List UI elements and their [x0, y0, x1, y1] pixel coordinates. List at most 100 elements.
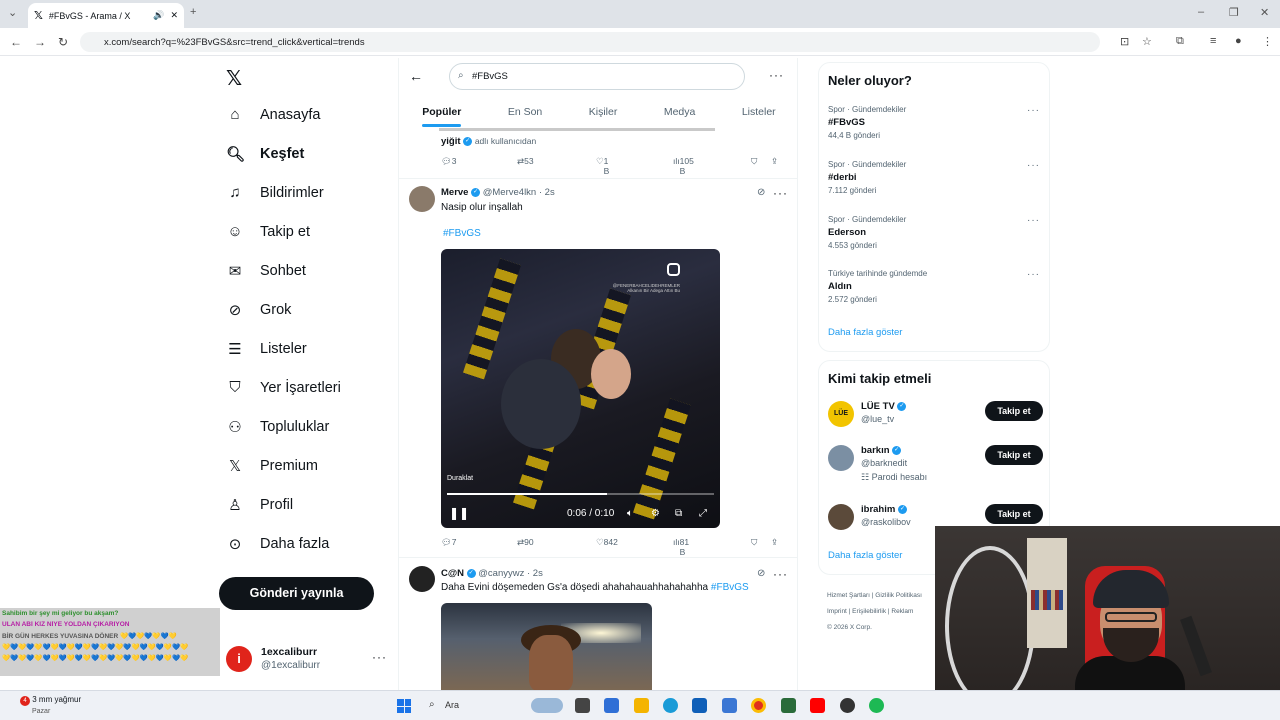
nav-item-profile[interactable]: ♙ Profil [226, 496, 293, 514]
share-icon[interactable]: ⇪ [771, 537, 778, 548]
volume-icon[interactable]: 🔈︎ [627, 508, 633, 519]
footer-line[interactable]: Imprint | Erişilebilirlik | Reklam [827, 604, 922, 620]
settings-gear-icon[interactable]: ⚙ [651, 508, 660, 519]
search-settings-more-icon[interactable]: ··· [769, 68, 784, 82]
windows-start-icon[interactable] [397, 699, 411, 713]
minimize-icon[interactable]: – [1198, 6, 1204, 18]
share-icon[interactable]: ⇪ [771, 156, 778, 167]
url-field[interactable]: x.com/search?q=%23FBvGS&src=trend_click&… [80, 32, 1100, 52]
widgets-icon[interactable] [604, 698, 619, 713]
edge-browser-icon[interactable] [663, 698, 678, 713]
tweet-author-handle[interactable]: @Merve4lkn · 2s [483, 187, 555, 198]
tab-popular[interactable]: Popüler [422, 96, 462, 128]
browser-menu-icon[interactable]: ⋮ [1262, 35, 1273, 48]
grok-explain-icon[interactable]: ⊘ [757, 187, 765, 198]
search-highlight-icon[interactable] [531, 698, 563, 713]
pip-icon[interactable]: ⧉ [675, 508, 682, 519]
reload-icon[interactable]: ↻ [58, 35, 68, 49]
extensions-icon[interactable]: ⧉ [1176, 35, 1184, 48]
profile-avatar-icon[interactable]: ● [1235, 35, 1242, 47]
tweet-more-icon[interactable]: ··· [773, 186, 788, 200]
trend-more-icon[interactable]: ··· [1027, 215, 1040, 226]
tab-lists[interactable]: Listeler [742, 96, 776, 128]
grok-explain-icon[interactable]: ⊘ [757, 568, 765, 579]
nav-item-grok[interactable]: ⊘ Grok [226, 301, 292, 319]
reply-button[interactable]: 💬︎ 7 [441, 537, 457, 548]
account-more-icon[interactable]: ··· [372, 650, 387, 664]
bookmark-icon[interactable]: ⛉ [751, 156, 757, 167]
trend-item[interactable]: Spor · Gündemdekiler #derbi 7.112 gönder… [828, 160, 1040, 208]
tab-media[interactable]: Medya [664, 96, 696, 128]
trend-more-icon[interactable]: ··· [1027, 105, 1040, 116]
tab-latest[interactable]: En Son [508, 96, 542, 128]
trend-item[interactable]: Türkiye tarihinde gündemde Aldın 2.572 g… [828, 269, 1040, 317]
bookmark-icon[interactable]: ⛉ [751, 537, 757, 548]
task-view-icon[interactable] [575, 698, 590, 713]
tab-close-icon[interactable]: ✕ [170, 10, 178, 21]
tweet-author-handle[interactable]: @canyywz · 2s [478, 568, 543, 579]
tweet-author-name[interactable]: C@N [441, 568, 464, 579]
like-button[interactable]: ♡ 842 [596, 537, 618, 548]
attribution-name[interactable]: yiğit [441, 136, 461, 147]
nav-item-notifications[interactable]: ♫ Bildirimler [226, 184, 323, 201]
reading-list-icon[interactable]: ≡ [1210, 35, 1216, 47]
nav-item-bookmarks[interactable]: ⛉ Yer İşaretleri [226, 379, 341, 396]
post-button[interactable]: Gönderi yayınla [219, 577, 374, 610]
tweet-hashtag[interactable]: #FBvGS [711, 582, 749, 593]
install-icon[interactable]: ⊡ [1120, 35, 1129, 48]
views-button[interactable]: ılı 81 B [673, 537, 689, 557]
like-button[interactable]: ♡ 1 B [596, 156, 609, 176]
nav-item-home[interactable]: ⌂ Anasayfa [226, 106, 320, 123]
file-explorer-icon[interactable] [634, 698, 649, 713]
footer-line[interactable]: Hizmet Şartları | Gizlilik Politikası [827, 588, 922, 604]
trend-item[interactable]: Spor · Gündemdekiler Ederson 4.553 gönde… [828, 215, 1040, 263]
follow-button[interactable]: Takip et [985, 445, 1043, 465]
repost-button[interactable]: ⇄ 53 [517, 156, 534, 167]
browser-tab[interactable]: 𝕏 #FBvGS - Arama / X 🔊 ✕ [28, 3, 184, 28]
outlook-icon[interactable] [722, 698, 737, 713]
reply-button[interactable]: 💬︎ 3 [441, 156, 457, 167]
tweet-author-name[interactable]: Merve [441, 187, 468, 198]
follow-button[interactable]: Takip et [985, 401, 1043, 421]
new-tab-icon[interactable]: + [190, 6, 196, 18]
follow-button[interactable]: Takip et [985, 504, 1043, 524]
spotify-icon[interactable] [869, 698, 884, 713]
tweet-avatar[interactable] [409, 566, 435, 592]
nav-item-premium[interactable]: 𝕏 Premium [226, 457, 318, 475]
youtube-icon[interactable] [810, 698, 825, 713]
tab-audio-icon[interactable]: 🔊 [153, 10, 164, 21]
nav-item-more[interactable]: ⊙ Daha fazla [226, 535, 330, 553]
views-button[interactable]: ılı 105 B [673, 156, 694, 176]
trend-more-icon[interactable]: ··· [1027, 269, 1040, 280]
chrome-icon[interactable] [751, 698, 766, 713]
weather-widget[interactable]: 4 3 mm yağmur Pazar [20, 695, 81, 715]
repost-button[interactable]: ⇄ 90 [517, 537, 534, 548]
search-input[interactable]: ⌕ #FBvGS [449, 63, 745, 90]
nav-item-follow[interactable]: ☺ Takip et [226, 223, 310, 240]
window-close-icon[interactable]: ✕ [1260, 6, 1269, 19]
account-switcher[interactable]: i 1excaliburr @1excaliburr ··· [226, 644, 386, 676]
x-logo-icon[interactable]: 𝕏 [226, 66, 242, 91]
tab-list-icon[interactable]: ⌄ [8, 6, 17, 19]
pause-icon[interactable]: ❚❚ [449, 506, 469, 520]
tweet-avatar[interactable] [409, 186, 435, 212]
app-icon[interactable] [781, 698, 796, 713]
bookmark-star-icon[interactable]: ☆ [1142, 35, 1152, 48]
back-arrow-icon[interactable]: ← [409, 68, 423, 84]
follow-show-more-link[interactable]: Daha fazla göster [828, 550, 902, 561]
tweet-video-player[interactable]: @FENERBAHCELIDEHREMLER Alkanın Bir Adega… [441, 249, 720, 528]
trend-more-icon[interactable]: ··· [1027, 160, 1040, 171]
trends-show-more-link[interactable]: Daha fazla göster [828, 327, 902, 338]
trend-item[interactable]: Spor · Gündemdekiler #FBvGS 44,4 B gönde… [828, 105, 1040, 153]
fullscreen-icon[interactable]: ⤢ [699, 508, 707, 519]
tab-people[interactable]: Kişiler [589, 96, 618, 128]
tweet-hashtag[interactable]: #FBvGS [443, 228, 481, 239]
maximize-icon[interactable]: ❐ [1229, 6, 1239, 19]
nav-item-lists[interactable]: ☰ Listeler [226, 340, 306, 358]
store-icon[interactable] [692, 698, 707, 713]
video-progress-bar[interactable] [447, 493, 714, 495]
nav-item-explore[interactable]: 🔍︎ Keşfet [226, 145, 304, 163]
nav-item-communities[interactable]: ⚇ Topluluklar [226, 418, 329, 436]
back-icon[interactable]: ← [10, 35, 22, 49]
follow-suggestion[interactable]: LÜE LÜE TV ✓ @lue_tv Takip et [828, 401, 1043, 441]
